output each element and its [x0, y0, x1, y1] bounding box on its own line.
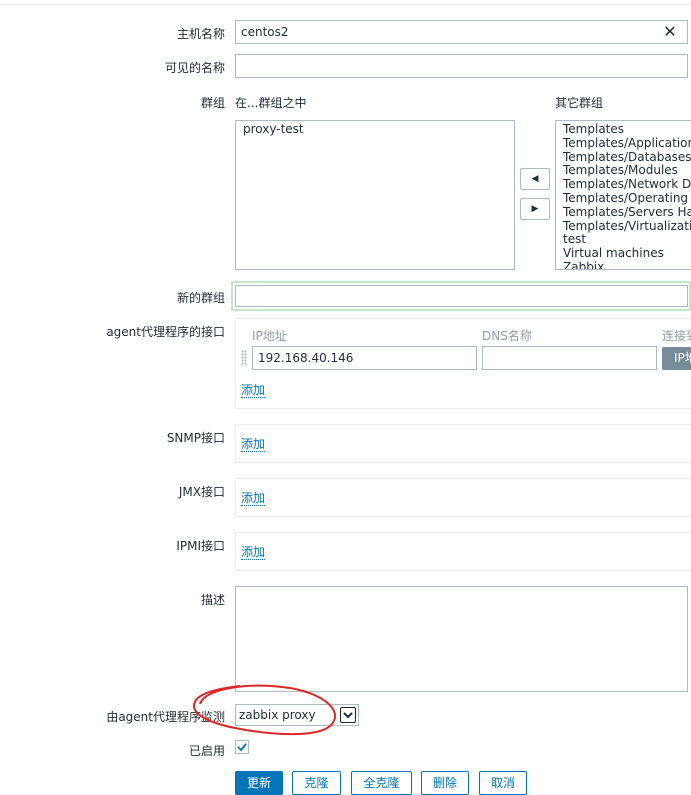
group-option[interactable]: Templates/Modules: [563, 164, 691, 178]
jmx-label: JMX接口: [178, 485, 225, 499]
connect-ip-button[interactable]: IP地: [662, 347, 691, 370]
in-groups-title: 在...群组之中: [235, 96, 307, 110]
dns-column-header: DNS名称: [482, 329, 532, 343]
check-icon: [237, 743, 247, 752]
connect-column-header: 连接到: [662, 329, 691, 343]
agent-interfaces-label: agent代理程序的接口: [106, 325, 225, 339]
ip-column-header: IP地址: [252, 329, 287, 343]
other-groups-title: 其它群组: [555, 96, 604, 110]
group-option[interactable]: Zabbix: [563, 260, 691, 269]
drag-handle-icon[interactable]: [241, 350, 247, 366]
clone-button[interactable]: 克隆: [292, 771, 341, 795]
full-clone-button[interactable]: 全克隆: [351, 771, 412, 795]
add-jmx-link[interactable]: 添加: [241, 491, 266, 506]
host-name-input[interactable]: [235, 20, 688, 44]
enabled-label: 已启用: [188, 744, 225, 758]
proxy-label: 由agent代理程序监测: [106, 710, 225, 724]
group-option[interactable]: Templates/Network Dev: [563, 177, 691, 192]
description-label: 描述: [200, 593, 225, 607]
add-snmp-link[interactable]: 添加: [241, 437, 266, 452]
in-groups-list[interactable]: proxy-test: [235, 120, 515, 270]
move-right-button[interactable]: ▶: [520, 198, 550, 220]
visible-name-label: 可见的名称: [164, 61, 225, 75]
snmp-box: [235, 424, 691, 463]
enabled-checkbox[interactable]: [235, 740, 249, 754]
snmp-label: SNMP接口: [166, 431, 225, 445]
proxy-select-value: zabbix proxy: [239, 708, 316, 722]
ipmi-label: IPMI接口: [176, 539, 225, 553]
clear-icon[interactable]: ✕: [661, 23, 679, 41]
proxy-select[interactable]: zabbix proxy: [235, 704, 359, 726]
group-option[interactable]: test: [563, 233, 691, 247]
move-left-button[interactable]: ◀: [520, 168, 550, 190]
add-ipmi-link[interactable]: 添加: [241, 545, 266, 560]
description-textarea[interactable]: [235, 586, 688, 692]
ip-input[interactable]: [252, 346, 477, 370]
group-option[interactable]: Templates/Operating Sy: [563, 191, 691, 206]
top-divider: [0, 0, 691, 5]
other-groups-list[interactable]: Templates Templates/Applications Templates…: [555, 120, 691, 270]
cancel-button[interactable]: 取消: [479, 771, 527, 795]
new-group-input[interactable]: [235, 285, 688, 307]
chevron-down-icon[interactable]: [340, 707, 356, 723]
groups-label: 群组: [200, 96, 225, 110]
jmx-box: [235, 478, 691, 517]
group-option[interactable]: Templates/Virtualization: [563, 219, 691, 234]
group-option[interactable]: Templates/Databases: [563, 150, 691, 165]
update-button[interactable]: 更新: [235, 771, 283, 795]
delete-button[interactable]: 删除: [421, 771, 469, 795]
ipmi-box: [235, 532, 691, 571]
dns-input[interactable]: [482, 346, 657, 370]
add-agent-interface-link[interactable]: 添加: [241, 383, 266, 398]
group-option[interactable]: Templates/Applications: [563, 136, 691, 151]
visible-name-input[interactable]: [235, 54, 688, 78]
group-option[interactable]: Virtual machines: [563, 246, 691, 261]
group-option[interactable]: Templates: [563, 122, 691, 137]
new-group-label: 新的群组: [176, 291, 225, 305]
group-option[interactable]: proxy-test: [243, 122, 514, 137]
host-name-label: 主机名称: [176, 27, 225, 41]
group-option[interactable]: Templates/Servers Hard: [563, 205, 691, 220]
